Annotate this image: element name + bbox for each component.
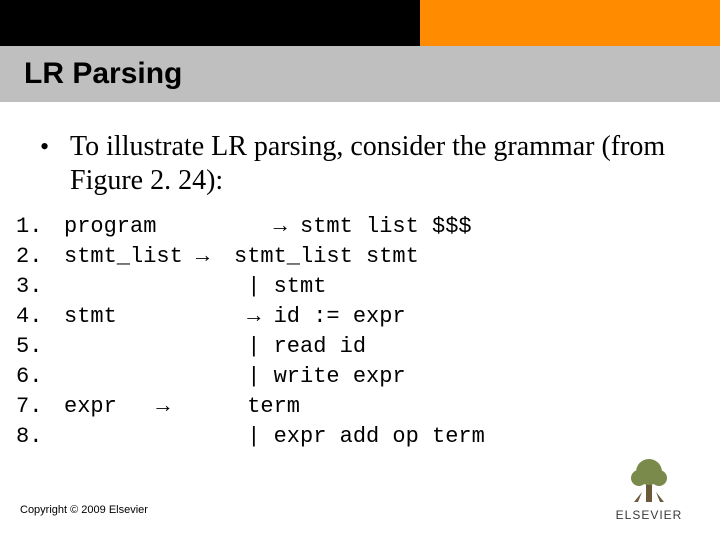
bullet-text: To illustrate LR parsing, consider the g… (70, 130, 680, 198)
grammar-line: 5. | read id (16, 332, 680, 362)
slide-title: LR Parsing (24, 57, 182, 91)
title-bar: LR Parsing (0, 46, 720, 102)
grammar-lhs: expr → (64, 392, 234, 422)
grammar-line: 1. program → stmt list $$$ (16, 212, 680, 242)
grammar-line: 7. expr → term (16, 392, 680, 422)
grammar-lhs (64, 272, 234, 302)
publisher-brand: ELSEVIER (606, 508, 692, 522)
grammar-num: 1. (16, 212, 64, 242)
slide-root: LR Parsing • To illustrate LR parsing, c… (0, 0, 720, 540)
grammar-line: 2. stmt_list → stmt_list stmt (16, 242, 680, 272)
slide-body: • To illustrate LR parsing, consider the… (40, 120, 680, 452)
grammar-num: 5. (16, 332, 64, 362)
bullet-marker: • (40, 130, 70, 164)
top-black-bar (0, 0, 720, 46)
grammar-num: 7. (16, 392, 64, 422)
grammar-rhs: | expr add op term (234, 422, 680, 452)
grammar-num: 3. (16, 272, 64, 302)
grammar-line: 3. | stmt (16, 272, 680, 302)
grammar-num: 4. (16, 302, 64, 332)
grammar-lhs (64, 362, 234, 392)
grammar-rhs: term (234, 392, 680, 422)
grammar-rhs: | write expr (234, 362, 680, 392)
grammar-line: 8. | expr add op term (16, 422, 680, 452)
grammar-rhs: | read id (234, 332, 680, 362)
grammar-lhs: stmt_list → (64, 242, 234, 272)
grammar-rhs: stmt_list stmt (234, 242, 680, 272)
grammar-rhs: → id := expr (234, 302, 680, 332)
grammar-num: 2. (16, 242, 64, 272)
bullet-item: • To illustrate LR parsing, consider the… (40, 130, 680, 198)
grammar-lhs (64, 422, 234, 452)
publisher-logo: ELSEVIER (606, 456, 692, 522)
grammar-rhs: → stmt list $$$ (234, 212, 680, 242)
grammar-line: 4. stmt → id := expr (16, 302, 680, 332)
grammar-lhs: stmt (64, 302, 234, 332)
grammar-lhs (64, 332, 234, 362)
grammar-line: 6. | write expr (16, 362, 680, 392)
elsevier-tree-icon (624, 456, 674, 506)
top-orange-block (420, 0, 720, 46)
grammar-rhs: | stmt (234, 272, 680, 302)
grammar-lhs: program (64, 212, 234, 242)
grammar-num: 6. (16, 362, 64, 392)
grammar-block: 1. program → stmt list $$$ 2. stmt_list … (16, 212, 680, 452)
copyright-text: Copyright © 2009 Elsevier (20, 504, 148, 516)
grammar-num: 8. (16, 422, 64, 452)
